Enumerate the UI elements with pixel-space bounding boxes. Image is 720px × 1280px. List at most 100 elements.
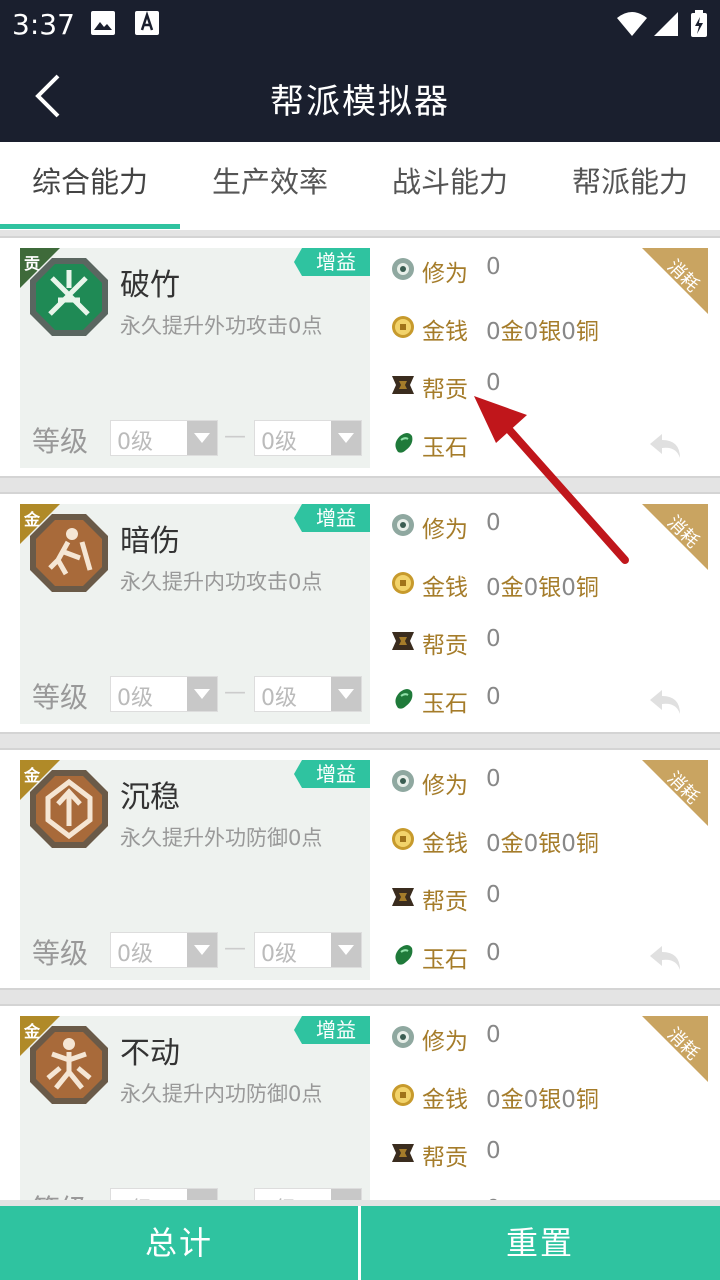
tab-production[interactable]: 生产效率 (180, 142, 360, 230)
cost-xiuwei-value: 0 (486, 254, 501, 280)
cost-panel: 修为 0 金钱 0金0银0铜 帮贡 0 玉石 0 消耗 (388, 760, 708, 980)
corner-tag-text: 贡 (24, 254, 41, 273)
cost-yushi-label: 玉石 (422, 691, 468, 717)
skill-name: 暗伤 (120, 524, 180, 559)
dropdown-arrow-icon[interactable] (187, 421, 217, 455)
level-range-separator: — (224, 680, 246, 705)
tab-combat[interactable]: 战斗能力 (360, 142, 540, 230)
reset-button[interactable]: 重置 (361, 1206, 719, 1280)
cost-yushi-value: 0 (486, 940, 501, 966)
level-to-select[interactable]: 0级 (254, 676, 362, 712)
text-a-icon (135, 11, 159, 35)
skill-card: 金 不动 永久提升内功防御0点 增益 等级 0级 — 0级 修为 0 (0, 1004, 720, 1200)
signal-icon (654, 12, 678, 36)
level-to-select[interactable]: 0级 (254, 1188, 362, 1200)
level-from-select[interactable]: 0级 (110, 932, 218, 968)
coin-icon (392, 572, 414, 594)
cost-banggong-value: 0 (486, 370, 501, 396)
wifi-icon (617, 12, 647, 36)
skill-list[interactable]: 贡 破竹 永久提升外功攻击0点 增益 等级 0级 — 0级 修为 0 金钱 0金… (0, 230, 720, 1200)
cost-yushi-label: 玉石 (422, 947, 468, 973)
dropdown-arrow-icon[interactable] (331, 933, 361, 967)
corner-tag-text: 金 (24, 1022, 41, 1041)
skill-description: 永久提升内功攻击0点 (120, 570, 323, 594)
level-from-value: 0级 (117, 942, 153, 967)
level-to-value: 0级 (261, 686, 297, 711)
cost-money-label: 金钱 (422, 575, 468, 601)
xiuwei-icon (392, 1026, 414, 1048)
dropdown-arrow-icon[interactable] (331, 421, 361, 455)
dropdown-arrow-icon[interactable] (187, 677, 217, 711)
cost-money-value: 0金0银0铜 (486, 575, 599, 601)
cost-panel: 修为 0 金钱 0金0银0铜 帮贡 0 玉石 0 消耗 (388, 504, 708, 724)
undo-icon[interactable] (648, 942, 684, 974)
jade-icon (395, 433, 413, 453)
skill-name: 破竹 (120, 268, 180, 303)
cost-money-label: 金钱 (422, 319, 468, 345)
skill-name: 沉稳 (120, 780, 180, 815)
cost-money-value: 0金0银0铜 (486, 1087, 599, 1113)
corner-tag-text: 金 (24, 766, 41, 785)
cost-banggong-label: 帮贡 (422, 889, 468, 915)
cost-money-value: 0金0银0铜 (486, 319, 599, 345)
coin-icon (392, 1084, 414, 1106)
guild-contribution-icon (392, 1144, 414, 1162)
buff-badge: 增益 (294, 760, 370, 788)
cost-xiuwei-label: 修为 (422, 1029, 468, 1055)
skill-description: 永久提升内功防御0点 (120, 1082, 323, 1106)
cost-xiuwei-value: 0 (486, 510, 501, 536)
undo-icon[interactable] (648, 686, 684, 718)
level-from-value: 0级 (117, 430, 153, 455)
skill-description: 永久提升外功防御0点 (120, 826, 323, 850)
undo-icon[interactable] (648, 430, 684, 462)
cost-banggong-label: 帮贡 (422, 377, 468, 403)
skill-panel: 金 沉稳 永久提升外功防御0点 增益 等级 0级 — 0级 (20, 760, 370, 980)
level-to-value: 0级 (261, 1192, 297, 1200)
cost-panel: 修为 0 金钱 0金0银0铜 帮贡 0 玉石 消耗 (388, 248, 708, 468)
buff-badge: 增益 (294, 504, 370, 532)
skill-panel: 金 不动 永久提升内功防御0点 增益 等级 0级 — 0级 (20, 1016, 370, 1200)
tab-guild[interactable]: 帮派能力 (540, 142, 720, 230)
dropdown-arrow-icon[interactable] (331, 1189, 361, 1200)
level-to-select[interactable]: 0级 (254, 420, 362, 456)
skill-panel: 贡 破竹 永久提升外功攻击0点 增益 等级 0级 — 0级 (20, 248, 370, 468)
cost-money-row: 金钱 0金0银0铜 (388, 564, 638, 604)
battery-charging-icon (691, 10, 707, 37)
dropdown-arrow-icon[interactable] (331, 677, 361, 711)
corner-tag-text: 金 (24, 510, 41, 529)
cost-yushi-row: 玉石 (388, 424, 638, 464)
cost-banggong-label: 帮贡 (422, 1145, 468, 1171)
level-from-select[interactable]: 0级 (110, 1188, 218, 1200)
level-from-select[interactable]: 0级 (110, 420, 218, 456)
page-title: 帮派模拟器 (270, 82, 450, 122)
app-bar: 帮派模拟器 (0, 50, 720, 142)
undo-icon[interactable] (648, 1198, 684, 1200)
skill-card: 贡 破竹 永久提升外功攻击0点 增益 等级 0级 — 0级 修为 0 金钱 0金… (0, 236, 720, 478)
skill-name: 不动 (120, 1036, 180, 1071)
active-tab-indicator (0, 224, 180, 229)
cost-yushi-row: 玉石 0 (388, 1192, 638, 1200)
image-icon (91, 11, 115, 35)
cost-xiuwei-value: 0 (486, 766, 501, 792)
cost-money-row: 金钱 0金0银0铜 (388, 308, 638, 348)
xiuwei-icon (392, 770, 414, 792)
cost-xiuwei-row: 修为 0 (388, 762, 638, 802)
level-to-select[interactable]: 0级 (254, 932, 362, 968)
level-from-select[interactable]: 0级 (110, 676, 218, 712)
status-time: 3:37 (12, 8, 75, 41)
buff-badge: 增益 (294, 248, 370, 276)
xiuwei-icon (392, 258, 414, 280)
cost-xiuwei-row: 修为 0 (388, 1018, 638, 1058)
cost-money-row: 金钱 0金0银0铜 (388, 1076, 638, 1116)
dropdown-arrow-icon[interactable] (187, 933, 217, 967)
level-to-value: 0级 (261, 942, 297, 967)
tab-overall[interactable]: 综合能力 (0, 142, 180, 230)
cost-xiuwei-label: 修为 (422, 261, 468, 287)
guild-contribution-icon (392, 632, 414, 650)
cost-banggong-value: 0 (486, 1138, 501, 1164)
cost-yushi-row: 玉石 0 (388, 680, 638, 720)
level-to-value: 0级 (261, 430, 297, 455)
dropdown-arrow-icon[interactable] (187, 1189, 217, 1200)
total-button[interactable]: 总计 (0, 1206, 358, 1280)
footer-bar: 总计 重置 (0, 1206, 720, 1280)
